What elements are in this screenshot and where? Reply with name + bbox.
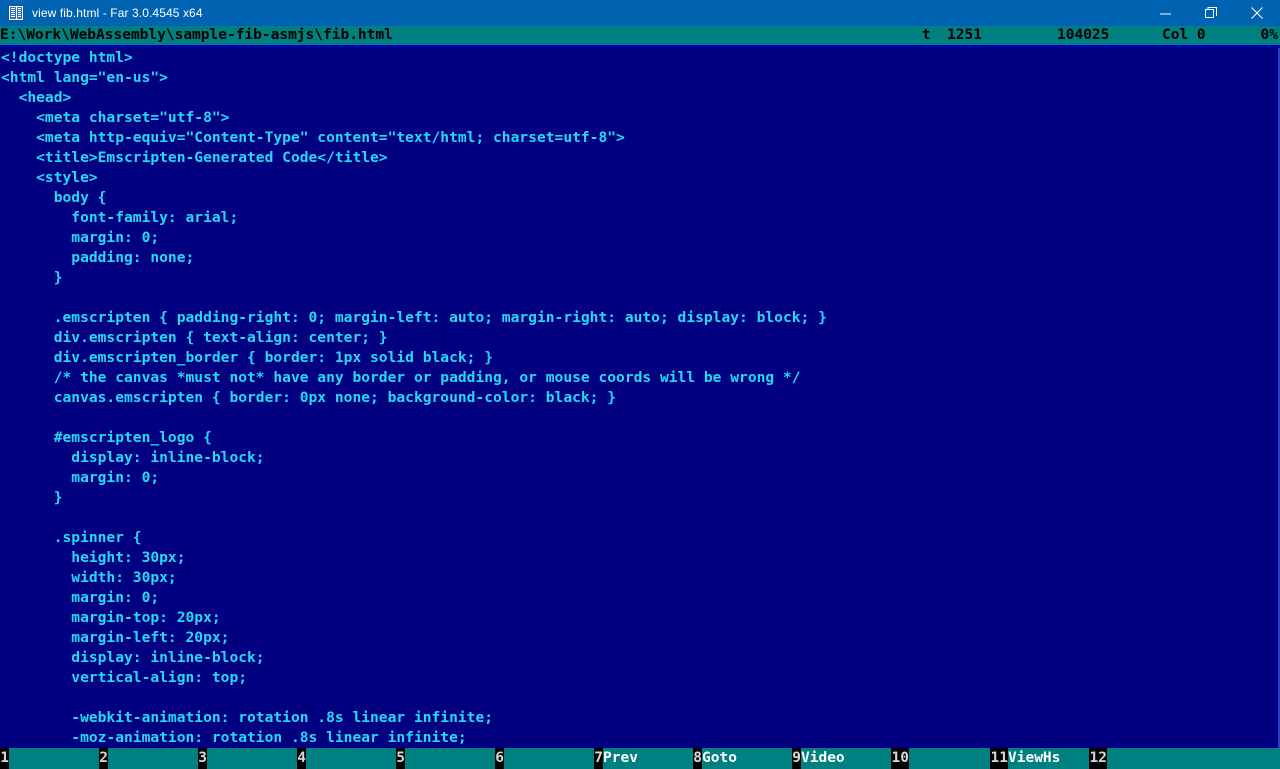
- code-line: .spinner {: [1, 529, 142, 546]
- code-line: <meta http-equiv="Content-Type" content=…: [1, 129, 625, 146]
- column-label: Col 0: [1162, 27, 1206, 43]
- code-line: padding: none;: [1, 249, 195, 266]
- code-line: <title>Emscripten-Generated Code</title>: [1, 149, 388, 166]
- code-line: font-family: arial;: [1, 209, 239, 226]
- viewer-status-bar: E:\Work\WebAssembly\sample-fib-asmjs\fib…: [0, 26, 1280, 45]
- far-manager-icon: [8, 5, 24, 21]
- code-line: }: [1, 489, 63, 506]
- code-line: <!doctype html>: [1, 49, 133, 66]
- line-count-label: 1251: [947, 27, 982, 43]
- code-line: <head>: [1, 89, 72, 106]
- source-code-text: <!doctype html> <html lang="en-us"> <head…: [0, 48, 1278, 748]
- code-line: display: inline-block;: [1, 449, 265, 466]
- code-line: margin-top: 20px;: [1, 609, 221, 626]
- code-line: /* the canvas *must not* have any border…: [1, 369, 801, 386]
- percent-label: 0%: [1260, 27, 1278, 43]
- code-line: height: 30px;: [1, 549, 186, 566]
- code-line: -moz-animation: rotation .8s linear infi…: [1, 729, 467, 746]
- code-line: width: 30px;: [1, 569, 177, 586]
- code-line: <html lang="en-us">: [1, 69, 168, 86]
- code-line: body {: [1, 189, 107, 206]
- code-line: canvas.emscripten { border: 0px none; ba…: [1, 389, 617, 406]
- code-line: <style>: [1, 169, 98, 186]
- byte-offset-label: 104025: [1057, 27, 1110, 43]
- encoding-indicator: t: [922, 27, 931, 43]
- code-line: margin: 0;: [1, 229, 160, 246]
- close-button[interactable]: [1234, 0, 1280, 26]
- code-line: margin: 0;: [1, 469, 160, 486]
- code-line: vertical-align: top;: [1, 669, 248, 686]
- code-line: margin-left: 20px;: [1, 629, 230, 646]
- code-line: .emscripten { padding-right: 0; margin-l…: [1, 309, 827, 326]
- code-line: <meta charset="utf-8">: [1, 109, 230, 126]
- code-line: }: [1, 269, 63, 286]
- restore-button[interactable]: [1188, 0, 1234, 26]
- window-title: view fib.html - Far 3.0.4545 x64: [32, 6, 203, 20]
- code-line: div.emscripten_border { border: 1px soli…: [1, 349, 494, 366]
- code-line: #emscripten_logo {: [1, 429, 212, 446]
- code-line: display: inline-block;: [1, 649, 265, 666]
- code-line: -webkit-animation: rotation .8s linear i…: [1, 709, 494, 726]
- file-content-viewer[interactable]: <!doctype html> <html lang="en-us"> <head…: [0, 48, 1280, 748]
- code-line: div.emscripten { text-align: center; }: [1, 329, 388, 346]
- minimize-button[interactable]: [1142, 0, 1188, 26]
- code-line: margin: 0;: [1, 589, 160, 606]
- file-path-label: E:\Work\WebAssembly\sample-fib-asmjs\fib…: [0, 27, 393, 43]
- window-titlebar[interactable]: view fib.html - Far 3.0.4545 x64: [0, 0, 1280, 26]
- window-controls: [1142, 0, 1280, 26]
